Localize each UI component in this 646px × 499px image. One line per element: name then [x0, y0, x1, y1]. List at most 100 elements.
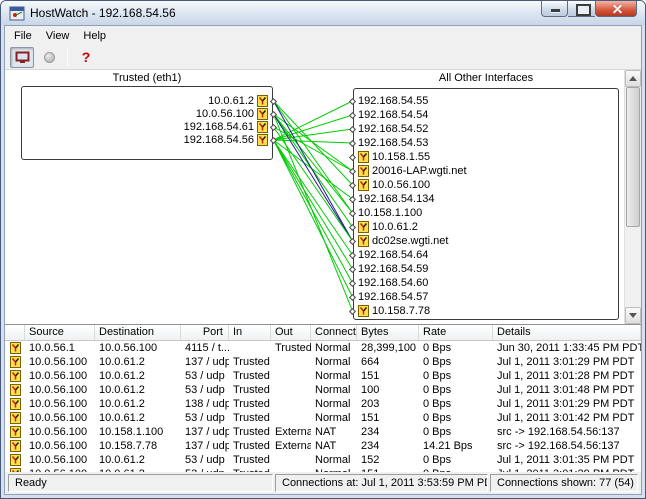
cell-details: Jul 1, 2011 3:01:29 PM PDT: [493, 398, 641, 410]
trusted-host[interactable]: 192.168.54.56: [184, 134, 276, 146]
trusted-host[interactable]: 10.0.56.100: [196, 108, 276, 120]
other-host[interactable]: 10.158.1.55: [350, 151, 430, 163]
close-button[interactable]: [595, 1, 637, 17]
other-host[interactable]: 10.0.56.100: [350, 179, 430, 191]
cell-port: 138 / udp: [181, 398, 229, 410]
column-header-rate[interactable]: Rate: [419, 325, 493, 340]
table-row[interactable]: 10.0.56.10010.0.61.2138 / udpTrustedNorm…: [5, 397, 641, 411]
scrollbar-thumb[interactable]: [626, 87, 640, 227]
cell-in: Trusted: [229, 370, 271, 382]
other-host[interactable]: 192.168.54.134: [350, 193, 434, 205]
connector-diamond: [349, 307, 356, 314]
connector-diamond: [349, 293, 356, 300]
connector-diamond: [349, 265, 356, 272]
scroll-up-button[interactable]: [625, 70, 641, 87]
column-header-out[interactable]: Out: [271, 325, 311, 340]
table-row[interactable]: 10.0.56.10010.0.61.253 / udpTrustedNorma…: [5, 369, 641, 383]
cell-details: src -> 192.168.54.56:137: [493, 440, 641, 452]
stop-button[interactable]: [37, 47, 61, 68]
other-host[interactable]: 10.158.7.78: [350, 305, 430, 317]
cell-bytes: 28,399,100: [357, 342, 419, 354]
table-row[interactable]: 10.0.56.10010.158.1.100137 / udpTrustedE…: [5, 425, 641, 439]
cell-bytes: 151: [357, 412, 419, 424]
trusted-panel-title: Trusted (eth1): [21, 72, 273, 84]
menu-file[interactable]: File: [7, 28, 39, 44]
maximize-button[interactable]: [568, 1, 595, 17]
table-row[interactable]: 10.0.56.10010.0.61.2137 / udpTrustedNorm…: [5, 355, 641, 369]
host-label: 20016-LAP.wgti.net: [372, 165, 467, 177]
host-label: 192.168.54.56: [184, 134, 254, 146]
column-header-bytes[interactable]: Bytes: [357, 325, 419, 340]
cell-destination: 10.0.61.2: [95, 398, 181, 410]
help-icon: ?: [82, 49, 91, 65]
menu-help[interactable]: Help: [76, 28, 113, 44]
cell-out: External: [271, 426, 311, 438]
column-header-source[interactable]: Source: [25, 325, 95, 340]
column-header-port[interactable]: Port: [181, 325, 229, 340]
column-header-connection[interactable]: Connect...: [311, 325, 357, 340]
column-header-in[interactable]: In: [229, 325, 271, 340]
host-traffic-icon: [257, 108, 268, 120]
other-host[interactable]: 192.168.54.55: [350, 95, 428, 107]
connection-line: [274, 140, 353, 283]
connection-line: [274, 127, 353, 241]
other-host[interactable]: 192.168.54.64: [350, 249, 428, 261]
cell-port: 53 / udp: [181, 384, 229, 396]
column-header-details[interactable]: Details: [493, 325, 641, 340]
trusted-host[interactable]: 10.0.61.2: [208, 95, 276, 107]
other-interfaces-title: All Other Interfaces: [353, 72, 619, 84]
cell-details: Jul 1, 2011 3:01:29 PM PDT: [493, 356, 641, 368]
host-traffic-icon: [358, 305, 369, 317]
host-label: 192.168.54.53: [358, 137, 428, 149]
cell-port: 53 / udp: [181, 370, 229, 382]
cell-in: Trusted: [229, 426, 271, 438]
other-host[interactable]: dc02se.wgti.net: [350, 235, 448, 247]
cell-rate: 0 Bps: [419, 384, 493, 396]
host-label: 192.168.54.54: [358, 109, 428, 121]
table-row[interactable]: 10.0.56.10010.0.61.253 / udpTrustedNorma…: [5, 453, 641, 467]
table-row[interactable]: 10.0.56.10010.0.61.253 / udpTrustedNorma…: [5, 411, 641, 425]
other-host[interactable]: 192.168.54.60: [350, 277, 428, 289]
trusted-host[interactable]: 192.168.54.61: [184, 121, 276, 133]
table-row[interactable]: 10.0.56.10010.0.61.253 / udpTrustedNorma…: [5, 383, 641, 397]
pause-display-button[interactable]: [10, 47, 34, 68]
app-icon: [9, 6, 25, 21]
help-button[interactable]: ?: [74, 47, 98, 68]
cell-connection: Normal: [311, 454, 357, 466]
connection-line: [274, 140, 353, 199]
other-host[interactable]: 192.168.54.54: [350, 109, 428, 121]
cell-connection: Normal: [311, 356, 357, 368]
diagram-scrollbar[interactable]: [624, 70, 641, 324]
other-host[interactable]: 10.158.1.100: [350, 207, 422, 219]
scroll-down-button[interactable]: [625, 307, 641, 324]
cell-rate: 14.21 Bps: [419, 440, 493, 452]
menu-view[interactable]: View: [39, 28, 77, 44]
table-row[interactable]: 10.0.56.110.0.56.1004115 / t...TrustedNo…: [5, 341, 641, 355]
host-traffic-icon: [10, 412, 21, 424]
host-traffic-icon: [10, 370, 21, 382]
host-label: 10.0.61.2: [372, 221, 418, 233]
other-host[interactable]: 192.168.54.57: [350, 291, 428, 303]
connection-line: [274, 114, 353, 171]
other-host[interactable]: 192.168.54.53: [350, 137, 428, 149]
cell-icon: [5, 412, 25, 424]
titlebar[interactable]: HostWatch - 192.168.54.56: [1, 1, 645, 25]
other-host[interactable]: 10.0.61.2: [350, 221, 418, 233]
other-host[interactable]: 192.168.54.59: [350, 263, 428, 275]
cell-connection: Normal: [311, 384, 357, 396]
minimize-button[interactable]: [541, 1, 568, 17]
cell-bytes: 664: [357, 356, 419, 368]
other-host[interactable]: 192.168.54.52: [350, 123, 428, 135]
cell-port: 53 / udp: [181, 412, 229, 424]
cell-source: 10.0.56.100: [25, 440, 95, 452]
cell-in: Trusted: [229, 356, 271, 368]
other-host[interactable]: 20016-LAP.wgti.net: [350, 165, 467, 177]
connection-line: [274, 115, 353, 140]
host-traffic-icon: [10, 356, 21, 368]
scrollbar-track[interactable]: [625, 87, 641, 307]
cell-connection: Normal: [311, 342, 357, 354]
table-row[interactable]: 10.0.56.10010.158.7.78137 / udpTrustedEx…: [5, 439, 641, 453]
column-header-icon[interactable]: [5, 325, 25, 340]
cell-port: 137 / udp: [181, 356, 229, 368]
column-header-destination[interactable]: Destination: [95, 325, 181, 340]
